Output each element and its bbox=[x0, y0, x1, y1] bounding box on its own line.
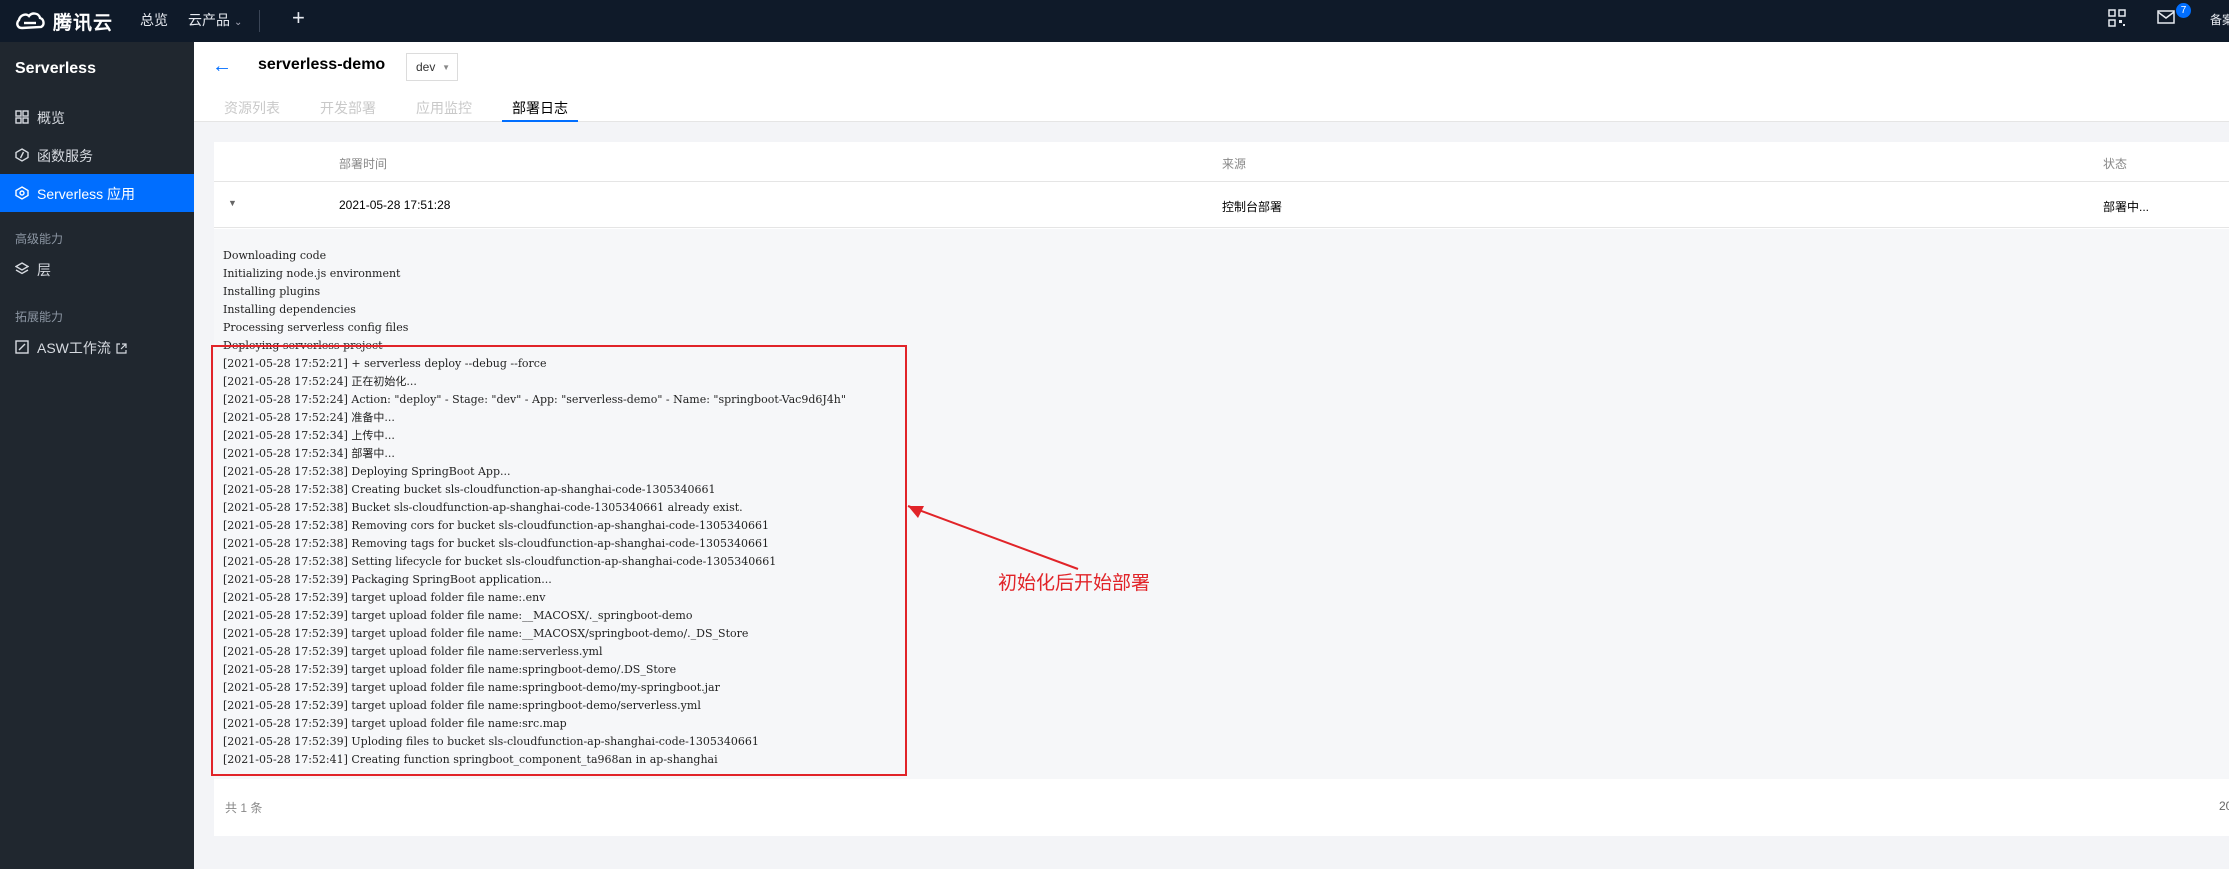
cell-status: 部署中... bbox=[2103, 200, 2150, 214]
column-header-status: 状态 bbox=[2103, 157, 2128, 171]
nav-cloud-products[interactable]: 云产品 ⌄ bbox=[188, 10, 242, 30]
function-icon bbox=[15, 148, 29, 162]
sidebar-item-functions[interactable]: 函数服务 bbox=[0, 136, 194, 174]
log-line: Initializing node.js environment bbox=[223, 267, 401, 280]
tab-deploy-logs[interactable]: 部署日志 bbox=[512, 98, 568, 118]
workflow-icon bbox=[15, 340, 29, 354]
highlight-box bbox=[211, 345, 907, 776]
mail-icon[interactable] bbox=[2157, 9, 2175, 25]
tencent-cloud-logo-icon[interactable] bbox=[14, 7, 46, 35]
table-row[interactable]: ▼ 2021-05-28 17:51:28 控制台部署 部署中... bbox=[214, 182, 2229, 228]
sidebar-item-label: ASW工作流 bbox=[37, 340, 111, 356]
back-arrow-icon[interactable]: ← bbox=[212, 55, 232, 78]
active-tab-indicator bbox=[502, 120, 578, 122]
grid-icon bbox=[15, 110, 29, 124]
column-header-time: 部署时间 bbox=[339, 157, 388, 171]
log-line: Processing serverless config files bbox=[223, 321, 409, 334]
annotation-arrow-icon bbox=[907, 505, 1079, 570]
sidebar-item-label-wrap: ASW工作流 bbox=[37, 338, 127, 358]
cell-source: 控制台部署 bbox=[1222, 200, 1283, 214]
cell-deploy-time: 2021-05-28 17:51:28 bbox=[339, 198, 451, 212]
annotation-label: 初始化后开始部署 bbox=[998, 573, 1151, 594]
external-link-icon bbox=[116, 343, 127, 354]
notification-badge: 7 bbox=[2176, 3, 2191, 18]
layers-icon bbox=[15, 262, 29, 275]
brand-name[interactable]: 腾讯云 bbox=[53, 8, 113, 35]
log-line: Installing plugins bbox=[223, 285, 321, 298]
total-count: 共 1 条 bbox=[225, 801, 263, 815]
sidebar-item-label: 函数服务 bbox=[37, 148, 93, 164]
sidebar-item-overview[interactable]: 概览 bbox=[0, 98, 194, 136]
top-navbar: 腾讯云 总览 云产品 ⌄ + 7 备案 bbox=[0, 0, 2229, 42]
stage-select-value: dev bbox=[416, 60, 436, 74]
sidebar-item-label: 层 bbox=[37, 262, 51, 278]
page-title: serverless-demo bbox=[258, 56, 386, 73]
qrcode-icon[interactable] bbox=[2108, 9, 2126, 27]
add-shortcut-button[interactable]: + bbox=[292, 5, 305, 31]
column-header-source: 来源 bbox=[1222, 157, 1247, 171]
collapse-triangle-icon[interactable]: ▼ bbox=[228, 198, 237, 208]
tab-resources[interactable]: 资源列表 bbox=[224, 98, 280, 118]
stage-select[interactable]: dev ▼ bbox=[406, 53, 458, 81]
chevron-down-icon: ⌄ bbox=[234, 17, 243, 28]
page-size-select[interactable]: 20 bbox=[2219, 799, 2229, 813]
log-line: Installing dependencies bbox=[223, 303, 356, 316]
sidebar-item-layers[interactable]: 层 bbox=[0, 250, 194, 288]
sidebar: Serverless 概览 函数服务 Serverless 应用 高级能力 层 … bbox=[0, 42, 194, 869]
divider bbox=[259, 10, 260, 32]
sidebar-section-extensions: 拓展能力 bbox=[15, 310, 64, 324]
nav-beian[interactable]: 备案 bbox=[2210, 11, 2229, 28]
sidebar-item-label: 概览 bbox=[37, 110, 65, 126]
nav-overview[interactable]: 总览 bbox=[140, 10, 168, 30]
caret-down-icon: ▼ bbox=[442, 63, 450, 72]
sidebar-item-serverless-apps[interactable]: Serverless 应用 bbox=[0, 174, 194, 212]
hexagon-icon bbox=[15, 186, 29, 200]
sidebar-section-advanced: 高级能力 bbox=[15, 232, 64, 246]
sidebar-item-label: Serverless 应用 bbox=[37, 186, 136, 202]
tab-deploy[interactable]: 开发部署 bbox=[320, 98, 376, 118]
nav-cloud-products-label: 云产品 bbox=[188, 12, 230, 28]
sidebar-item-asw-workflow[interactable]: ASW工作流 bbox=[0, 328, 194, 366]
sidebar-title: Serverless bbox=[15, 60, 96, 77]
table-header: 部署时间 来源 状态 bbox=[214, 142, 2229, 182]
log-line: Downloading code bbox=[223, 249, 327, 262]
page-header: ← serverless-demo dev ▼ 资源列表 开发部署 应用监控 部… bbox=[194, 42, 2229, 122]
tab-monitor[interactable]: 应用监控 bbox=[416, 98, 472, 118]
table-footer: 共 1 条 20 bbox=[214, 779, 2229, 836]
